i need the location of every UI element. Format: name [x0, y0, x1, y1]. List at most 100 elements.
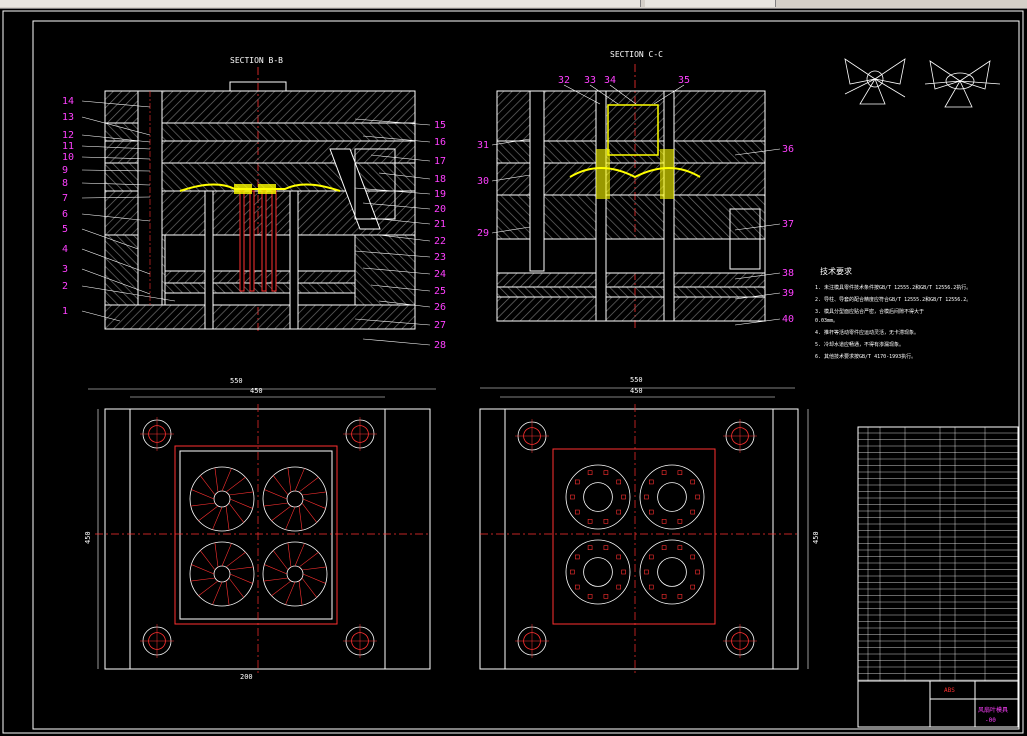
hub-rib: [621, 494, 626, 500]
section-bb-label: SECTION B-B: [230, 56, 283, 65]
hub-rib: [587, 594, 593, 599]
fan-blade: [212, 506, 223, 530]
fan-blade: [287, 542, 292, 568]
fan-blade: [298, 552, 319, 568]
fan-blade: [198, 505, 219, 521]
drawing-svg: SECTION B-B 1413121110987654321 15161718…: [2, 10, 1024, 734]
fan-blade: [301, 577, 317, 598]
title-block-material: ABS: [944, 687, 955, 694]
fan-blade: [221, 543, 232, 567]
cad-drawing-canvas[interactable]: SECTION B-B 14 13 12 11 10 9 8 7 6 5 4 3 2 1 1: [0, 9, 1027, 736]
hub-rib: [603, 470, 609, 475]
callout-label: 26: [434, 302, 446, 313]
callout-label: 21: [434, 219, 446, 230]
fan-blade: [273, 550, 289, 571]
toolbar-segment[interactable]: [510, 0, 641, 7]
callout-label: 19: [434, 189, 446, 200]
fan-blade: [214, 542, 219, 568]
fan-blade: [285, 506, 296, 530]
fan-blade: [228, 566, 254, 571]
fan-blade: [228, 502, 244, 523]
callout-label: 37: [782, 219, 794, 230]
hub-rib: [644, 494, 649, 500]
hub-rib: [603, 545, 609, 550]
callout-label: 40: [782, 314, 794, 325]
callout-label: 32: [558, 75, 570, 86]
hub-cavity: [583, 557, 613, 587]
hub-rib: [616, 479, 622, 485]
fan-blade: [263, 577, 289, 582]
fan-blade: [191, 489, 215, 500]
hub-rib: [690, 509, 696, 515]
toolbar-segment[interactable]: [340, 0, 511, 7]
plan-view-left: 550 450 450 200: [84, 377, 436, 681]
fan-blade: [225, 552, 246, 568]
callout-label: 35: [678, 75, 690, 86]
fan-blade: [301, 566, 327, 571]
fan-blade: [287, 467, 292, 493]
callout-label: 23: [434, 252, 446, 263]
hub-rib: [690, 584, 696, 590]
callout-label: 28: [434, 340, 446, 351]
hub-rib: [648, 554, 654, 560]
dim-550-left: 550: [230, 377, 243, 385]
hub-rib: [587, 470, 593, 475]
callout-label: 17: [434, 156, 446, 167]
fan-blade: [221, 468, 232, 492]
fan-blade: [225, 477, 246, 493]
tech-note-3b: 0.03mm。: [815, 318, 838, 324]
hub-rib: [661, 519, 667, 524]
hub-rib: [603, 519, 609, 524]
fan-blade: [225, 505, 230, 531]
fan-blade: [228, 491, 254, 496]
fan-blade: [214, 467, 219, 493]
toolbar-segment[interactable]: [645, 0, 776, 7]
toolbar-segment[interactable]: [130, 0, 191, 7]
fan-blade: [200, 475, 216, 496]
dim-450-right: 450: [630, 387, 643, 395]
callout-label: 4: [62, 244, 68, 255]
fan-blade: [298, 505, 303, 531]
hub-rib: [661, 545, 667, 550]
callout-label: 9: [62, 165, 68, 176]
fan-blade: [190, 502, 216, 507]
hub-rib: [648, 479, 654, 485]
callout-label: 1: [62, 306, 68, 317]
hub-rib: [690, 479, 696, 485]
toolbar-segment[interactable]: [190, 0, 341, 7]
callout-label: 16: [434, 137, 446, 148]
callout-label: 6: [62, 209, 68, 220]
hub-rib: [603, 594, 609, 599]
section-cc-label: SECTION C-C: [610, 50, 663, 59]
tech-note-1: 1. 未注模具零件技术条件按GB/T 12555.2和GB/T 12556.2执…: [815, 284, 971, 291]
hub-cavity: [639, 464, 705, 530]
hub-rib: [616, 554, 622, 560]
fan-blade: [200, 550, 216, 571]
technical-notes: 技术要求 1. 未注模具零件技术条件按GB/T 12555.2和GB/T 125…: [815, 266, 971, 360]
fan-blade: [271, 505, 292, 521]
hub-rib: [621, 569, 626, 575]
fan-cavity: [262, 466, 328, 532]
hub-rib: [574, 554, 580, 560]
fan-thumbnail-right: [924, 60, 1001, 108]
fan-blade: [302, 573, 326, 584]
toolbar-segment[interactable]: [0, 0, 131, 7]
callout-label: 5: [62, 224, 68, 235]
hub-rib: [616, 509, 622, 515]
callout-label: 33: [584, 75, 596, 86]
fan-blade: [301, 491, 327, 496]
callout-label: 38: [782, 268, 794, 279]
hub-rib: [574, 479, 580, 485]
fan-blade: [229, 573, 253, 584]
hub-rib: [574, 509, 580, 515]
hub-rib: [648, 584, 654, 590]
title-block-name: 风扇叶模具: [978, 706, 1008, 714]
hub-rib: [574, 584, 580, 590]
fan-blade: [264, 564, 288, 575]
hub-rib: [587, 545, 593, 550]
callout-label: 27: [434, 320, 446, 331]
section-cc-view: SECTION C-C: [496, 50, 766, 329]
callout-label: 20: [434, 204, 446, 215]
fan-blade: [212, 581, 223, 605]
dim-450-left: 450: [250, 387, 263, 395]
